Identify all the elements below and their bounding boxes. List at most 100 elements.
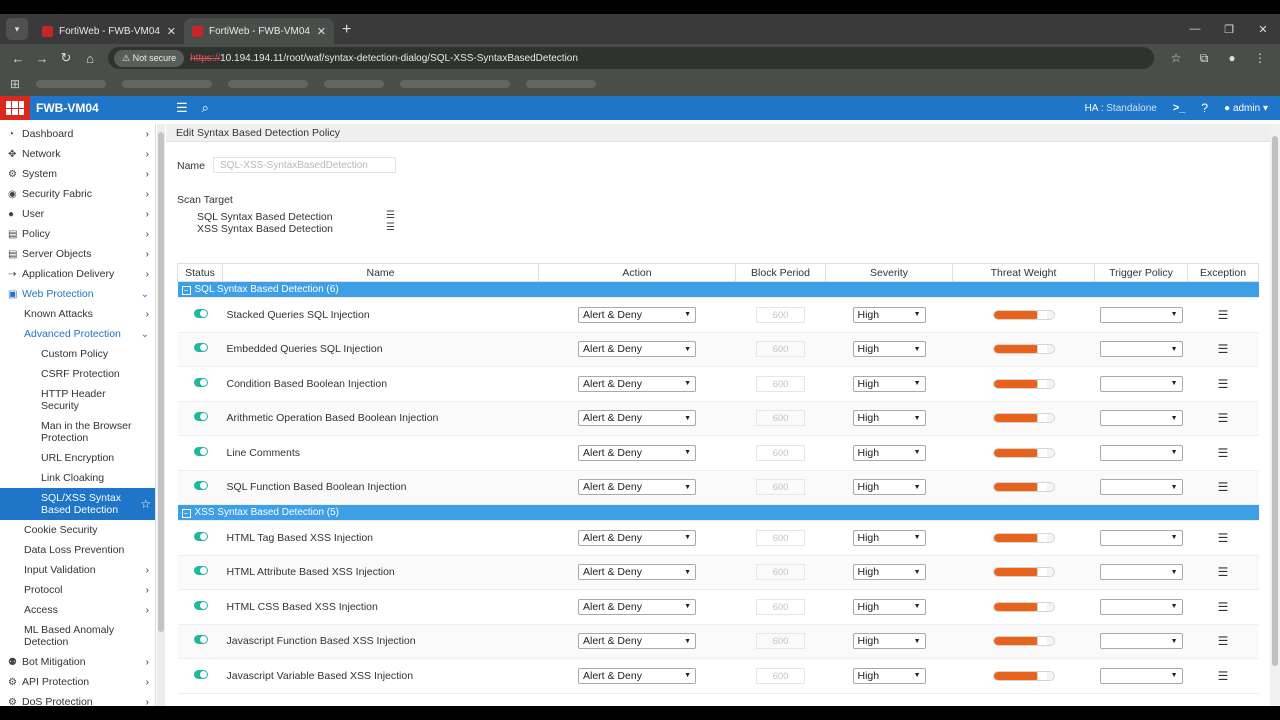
threat-weight-knob[interactable] (1036, 448, 1047, 457)
block-period-input[interactable]: 600 (756, 564, 805, 581)
drag-handle-icon[interactable]: ☰ (386, 222, 395, 233)
trigger-policy-select[interactable]: ▼ (1099, 529, 1183, 546)
status-toggle[interactable] (193, 446, 208, 456)
blurred-bookmark[interactable] (324, 80, 385, 88)
trigger-policy-select[interactable]: ▼ (1099, 410, 1183, 427)
close-window-icon[interactable]: ✕ (1246, 23, 1280, 36)
sidebar-item[interactable]: ⚉ Bot Mitigation › (0, 652, 155, 672)
table-group-row[interactable]: − XSS Syntax Based Detection (5) (177, 504, 1259, 521)
minimize-icon[interactable]: — (1178, 23, 1212, 35)
severity-select[interactable]: High ▼ (852, 667, 926, 684)
action-select[interactable]: Alert & Deny ▼ (578, 529, 696, 546)
reload-icon[interactable]: ↻ (54, 50, 78, 66)
trigger-policy-select[interactable]: ▼ (1099, 444, 1183, 461)
main-scrollbar-thumb[interactable] (1272, 136, 1278, 666)
home-icon[interactable]: ⌂ (78, 51, 102, 66)
threat-weight-knob[interactable] (1036, 637, 1047, 646)
extensions-icon[interactable]: ⧉ (1190, 51, 1218, 66)
sidebar-subitem[interactable]: HTTP Header Security (0, 384, 155, 416)
sidebar-item[interactable]: ▤ Server Objects › (0, 244, 155, 264)
sidebar-item[interactable]: ◔ Dashboard › (0, 124, 155, 144)
sidebar-item[interactable]: ✥ Network › (0, 144, 155, 164)
action-select[interactable]: Alert & Deny ▼ (578, 633, 696, 650)
drag-handle-icon[interactable]: ☰ (386, 210, 395, 221)
exception-menu-icon[interactable]: ☰ (1218, 377, 1229, 391)
severity-select[interactable]: High ▼ (852, 306, 926, 323)
status-toggle[interactable] (193, 412, 208, 422)
trigger-policy-select[interactable]: ▼ (1099, 564, 1183, 581)
severity-select[interactable]: High ▼ (852, 341, 926, 358)
sidebar-item[interactable]: ⚙ System › (0, 164, 155, 184)
severity-select[interactable]: High ▼ (852, 479, 926, 496)
sidebar-subitem[interactable]: Cookie Security (0, 520, 155, 540)
exception-menu-icon[interactable]: ☰ (1218, 669, 1229, 683)
sidebar-item[interactable]: ● User › (0, 204, 155, 224)
back-arrow-icon[interactable]: ← (6, 51, 30, 66)
sidebar-item-known-attacks[interactable]: Known Attacks › (0, 304, 155, 324)
apps-grid-icon[interactable]: ⊞ (10, 77, 20, 91)
severity-select[interactable]: High ▼ (852, 444, 926, 461)
action-select[interactable]: Alert & Deny ▼ (578, 375, 696, 392)
sidebar-subitem[interactable]: Input Validation › (0, 560, 155, 580)
exception-menu-icon[interactable]: ☰ (1218, 480, 1229, 494)
threat-weight-knob[interactable] (1036, 671, 1047, 680)
blurred-bookmark[interactable] (228, 80, 309, 88)
sidebar-subitem[interactable]: CSRF Protection (0, 364, 155, 384)
block-period-input[interactable]: 600 (756, 529, 805, 546)
block-period-input[interactable]: 600 (756, 375, 805, 392)
block-period-input[interactable]: 600 (756, 410, 805, 427)
block-period-input[interactable]: 600 (756, 306, 805, 323)
name-field[interactable]: SQL-XSS-SyntaxBasedDetection (213, 157, 396, 173)
group-header-cell[interactable]: − XSS Syntax Based Detection (5) (177, 504, 1259, 521)
sidebar-item[interactable]: ⇢ Application Delivery › (0, 264, 155, 284)
action-select[interactable]: Alert & Deny ▼ (578, 444, 696, 461)
sidebar-subitem[interactable]: Custom Policy (0, 344, 155, 364)
threat-weight-knob[interactable] (1036, 345, 1047, 354)
blurred-bookmark[interactable] (36, 80, 107, 88)
severity-select[interactable]: High ▼ (852, 529, 926, 546)
table-group-row[interactable]: − SQL Syntax Based Detection (6) (177, 281, 1259, 298)
threat-weight-slider[interactable] (992, 601, 1055, 612)
severity-select[interactable]: High ▼ (852, 598, 926, 615)
action-select[interactable]: Alert & Deny ▼ (578, 667, 696, 684)
block-period-input[interactable]: 600 (756, 479, 805, 496)
trigger-policy-select[interactable]: ▼ (1099, 479, 1183, 496)
browser-tab-1[interactable]: FortiWeb - FWB-VM04 ✕ (34, 18, 184, 44)
exception-menu-icon[interactable]: ☰ (1218, 531, 1229, 545)
close-icon[interactable]: ✕ (317, 25, 326, 38)
sidebar-scrollbar[interactable] (157, 124, 165, 706)
exception-menu-icon[interactable]: ☰ (1218, 308, 1229, 322)
threat-weight-knob[interactable] (1036, 533, 1047, 542)
sidebar-item[interactable]: ◉ Security Fabric › (0, 184, 155, 204)
sidebar-subitem[interactable]: Data Loss Prevention (0, 540, 155, 560)
user-menu[interactable]: ● admin ▾ (1224, 103, 1268, 114)
browser-tab-2[interactable]: FortiWeb - FWB-VM04 ✕ (184, 18, 334, 44)
action-select[interactable]: Alert & Deny ▼ (578, 564, 696, 581)
sidebar-subitem[interactable]: Protocol › (0, 580, 155, 600)
sidebar-subitem[interactable]: ML Based Anomaly Detection (0, 620, 155, 652)
column-header-block-period[interactable]: Block Period (735, 263, 826, 282)
column-header-severity[interactable]: Severity (825, 263, 953, 282)
column-header-trigger-policy[interactable]: Trigger Policy (1094, 263, 1188, 282)
threat-weight-knob[interactable] (1036, 414, 1047, 423)
severity-select[interactable]: High ▼ (852, 375, 926, 392)
column-header-action[interactable]: Action (538, 263, 736, 282)
threat-weight-slider[interactable] (992, 447, 1055, 458)
status-toggle[interactable] (193, 600, 208, 610)
tab-search-button[interactable]: ▾ (6, 18, 28, 40)
trigger-policy-select[interactable]: ▼ (1099, 306, 1183, 323)
main-scrollbar[interactable] (1270, 124, 1280, 706)
close-icon[interactable]: ✕ (167, 25, 176, 38)
trigger-policy-select[interactable]: ▼ (1099, 341, 1183, 358)
status-toggle[interactable] (193, 566, 208, 576)
status-toggle[interactable] (193, 308, 208, 318)
threat-weight-slider[interactable] (992, 482, 1055, 493)
sidebar-subitem[interactable]: Link Cloaking (0, 468, 155, 488)
exception-menu-icon[interactable]: ☰ (1218, 634, 1229, 648)
restore-icon[interactable]: ❐ (1212, 23, 1246, 36)
threat-weight-knob[interactable] (1036, 483, 1047, 492)
severity-select[interactable]: High ▼ (852, 410, 926, 427)
help-icon[interactable]: ? (1201, 101, 1208, 115)
column-header-exception[interactable]: Exception (1187, 263, 1259, 282)
block-period-input[interactable]: 600 (756, 633, 805, 650)
